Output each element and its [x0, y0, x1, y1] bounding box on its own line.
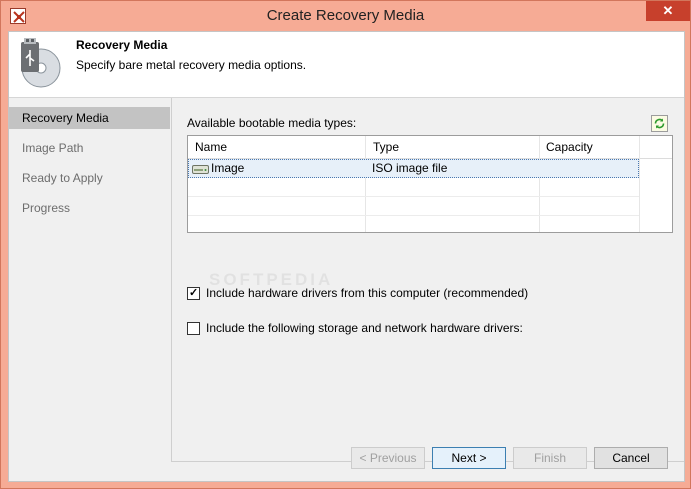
hard-disk-icon — [192, 165, 209, 174]
nav-item-progress[interactable]: Progress — [9, 197, 170, 219]
include-hardware-drivers-checkbox[interactable]: ✓ — [187, 287, 200, 300]
watermark: SOFTPEDIA — [209, 270, 334, 289]
media-types-label: Available bootable media types: — [187, 116, 357, 130]
header-subtitle: Specify bare metal recovery media option… — [76, 58, 307, 72]
nav-item-ready-to-apply[interactable]: Ready to Apply — [9, 167, 170, 189]
usb-disc-icon — [21, 38, 61, 88]
refresh-icon — [654, 118, 665, 129]
cell-type: ISO image file — [372, 161, 448, 175]
header-title: Recovery Media — [76, 38, 168, 52]
finish-button[interactable]: Finish — [513, 447, 587, 469]
cell-name: Image — [211, 161, 245, 175]
wizard-header: Recovery Media Specify bare metal recove… — [9, 32, 684, 98]
window-title: Create Recovery Media — [266, 7, 425, 24]
close-button[interactable]: ✕ — [646, 1, 690, 21]
nav-item-image-path[interactable]: Image Path — [9, 137, 170, 159]
include-storage-drivers-checkbox[interactable] — [187, 322, 200, 335]
include-storage-drivers-label[interactable]: Include the following storage and networ… — [206, 321, 523, 335]
checkmark-icon: ✓ — [189, 287, 199, 299]
create-recovery-media-window: Create Recovery Media ✕ Recovery Media S… — [0, 0, 691, 489]
column-header-capacity[interactable]: Capacity — [539, 136, 639, 159]
refresh-button[interactable] — [651, 115, 668, 132]
previous-button[interactable]: < Previous — [351, 447, 425, 469]
column-header-name[interactable]: Name — [188, 136, 366, 159]
media-types-grid[interactable]: Name Type Capacity Image ISO image file — [187, 135, 673, 233]
table-row-empty — [188, 178, 639, 197]
column-header-type[interactable]: Type — [366, 136, 539, 159]
table-row-empty — [188, 197, 639, 216]
wizard-client-area: Recovery Media Specify bare metal recove… — [8, 31, 685, 482]
grid-header: Name Type Capacity — [188, 136, 672, 159]
title-bar[interactable]: Create Recovery Media ✕ — [1, 1, 690, 31]
nav-item-recovery-media[interactable]: Recovery Media — [9, 107, 170, 129]
table-row[interactable]: Image ISO image file — [188, 159, 639, 178]
column-divider — [639, 136, 640, 232]
cancel-button[interactable]: Cancel — [594, 447, 668, 469]
next-button[interactable]: Next > — [432, 447, 506, 469]
